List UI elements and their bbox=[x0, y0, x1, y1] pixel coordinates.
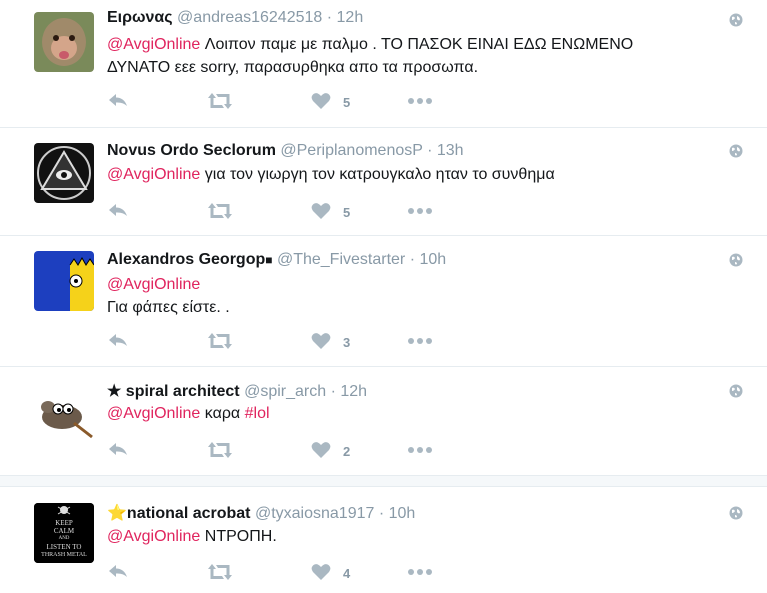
globe-icon bbox=[729, 13, 743, 27]
display-name[interactable]: Novus Ordo Seclorum bbox=[107, 142, 276, 159]
timestamp[interactable]: 12h bbox=[337, 9, 364, 26]
name-emoji: ★ bbox=[107, 383, 122, 400]
like-count: 4 bbox=[343, 566, 351, 581]
display-name-text: Alexandros Georgop bbox=[107, 251, 266, 268]
timestamp[interactable]: 12h bbox=[340, 383, 367, 400]
username[interactable]: @andreas16242518 bbox=[177, 9, 322, 26]
tweet-header: Novus Ordo Seclorum @PeriplanomenosP · 1… bbox=[107, 142, 464, 160]
like-icon[interactable] bbox=[311, 563, 331, 581]
tweet-text: @AvgiOnline για τον γιωργη τον κατρουγκα… bbox=[107, 163, 687, 186]
separator: · bbox=[330, 383, 336, 400]
username[interactable]: @The_Fivestarter bbox=[277, 251, 405, 268]
display-name-text: spiral architect bbox=[125, 383, 240, 400]
separator: · bbox=[427, 142, 433, 159]
display-name[interactable]: ★ spiral architect bbox=[107, 383, 240, 400]
mention-link[interactable]: @AvgiOnline bbox=[107, 528, 200, 545]
tweet-text-line: για τον γιωργη τον κατρουγκαλο ηταν το σ… bbox=[200, 166, 555, 183]
hashtag-link[interactable]: #lol bbox=[245, 405, 270, 422]
username[interactable]: @tyxaiosna1917 bbox=[255, 505, 374, 522]
eye-pyramid-avatar-icon bbox=[34, 143, 94, 203]
mention-link[interactable]: @AvgiOnline bbox=[107, 36, 200, 53]
reply-icon[interactable] bbox=[107, 92, 129, 110]
display-name[interactable]: Ειρωνας bbox=[107, 9, 173, 26]
mention-link[interactable]: @AvgiOnline bbox=[107, 166, 200, 183]
caption-line: LISTEN TO bbox=[46, 543, 82, 551]
tweet[interactable]: Ειρωνας @andreas16242518 · 12h @AvgiOnli… bbox=[0, 0, 767, 128]
tweet-text-line: Για φάπες είστε. . bbox=[107, 299, 230, 316]
globe-icon bbox=[729, 144, 743, 158]
display-name-text: national acrobat bbox=[126, 505, 251, 522]
display-name[interactable]: ⭐national acrobat bbox=[107, 505, 251, 522]
separator: · bbox=[326, 9, 333, 26]
like-icon[interactable] bbox=[311, 332, 331, 350]
like-count: 5 bbox=[343, 205, 351, 220]
globe-icon bbox=[729, 384, 743, 398]
like-icon[interactable] bbox=[311, 441, 331, 459]
tweet-text: @AvgiOnline καρα #lol bbox=[107, 402, 687, 425]
tweet-text-line: ΝΤΡΟΠΗ. bbox=[200, 528, 277, 545]
more-icon[interactable] bbox=[407, 441, 433, 459]
like-count: 3 bbox=[343, 335, 351, 350]
reply-icon[interactable] bbox=[107, 202, 129, 220]
timestamp[interactable]: 10h bbox=[419, 251, 446, 268]
reply-icon[interactable] bbox=[107, 563, 129, 581]
tweet-text-line: Λοιπον παμε με παλμο . ΤΟ ΠΑΣΟΚ ΕΙΝΑΙ ΕΔ… bbox=[200, 36, 634, 53]
name-emoji: ■ bbox=[265, 253, 273, 267]
retweet-icon[interactable] bbox=[207, 441, 233, 459]
tweet[interactable]: Alexandros Georgop■ @The_Fivestarter · 1… bbox=[0, 236, 767, 367]
avatar-caption: KEEP CALM AND LISTEN TO THRASH METAL bbox=[34, 519, 94, 559]
more-icon[interactable] bbox=[407, 332, 433, 350]
tweet-text: @AvgiOnline Για φάπες είστε. . bbox=[107, 273, 687, 319]
tweet[interactable]: Novus Ordo Seclorum @PeriplanomenosP · 1… bbox=[0, 128, 767, 236]
more-icon[interactable] bbox=[407, 92, 433, 110]
avatar[interactable] bbox=[34, 381, 94, 441]
username[interactable]: @spir_arch bbox=[244, 383, 326, 400]
tweet-header: Ειρωνας @andreas16242518 · 12h bbox=[107, 9, 363, 27]
star-emoji: ⭐ bbox=[107, 505, 127, 522]
retweet-icon[interactable] bbox=[207, 202, 233, 220]
tweet-header: Alexandros Georgop■ @The_Fivestarter · 1… bbox=[107, 251, 446, 269]
cartoon-avatar-icon bbox=[34, 251, 94, 311]
tweet-text-line: ΔΥΝΑΤΟ εεε sorry, παρασυρθηκα απο τα προ… bbox=[107, 59, 479, 76]
monkey-avatar-icon bbox=[34, 12, 94, 72]
like-count: 2 bbox=[343, 444, 351, 459]
caption-line: KEEP bbox=[55, 519, 73, 527]
display-name[interactable]: Alexandros Georgop■ bbox=[107, 251, 273, 268]
tweet[interactable]: ★ spiral architect @spir_arch · 12h @Avg… bbox=[0, 367, 767, 476]
reply-icon[interactable] bbox=[107, 332, 129, 350]
reply-icon[interactable] bbox=[107, 441, 129, 459]
tweet-header: ⭐national acrobat @tyxaiosna1917 · 10h bbox=[107, 503, 415, 523]
caption-line: CALM bbox=[53, 527, 75, 535]
retweet-icon[interactable] bbox=[207, 332, 233, 350]
tweet-text-line: καρα bbox=[200, 405, 245, 422]
timestamp[interactable]: 13h bbox=[437, 142, 464, 159]
avatar[interactable] bbox=[34, 12, 94, 72]
retweet-icon[interactable] bbox=[207, 563, 233, 581]
timeline-gap bbox=[0, 476, 767, 487]
more-icon[interactable] bbox=[407, 202, 433, 220]
tweet-text: @AvgiOnline ΝΤΡΟΠΗ. bbox=[107, 525, 687, 548]
more-icon[interactable] bbox=[407, 563, 433, 581]
like-count: 5 bbox=[343, 95, 351, 110]
username[interactable]: @PeriplanomenosP bbox=[280, 142, 422, 159]
retweet-icon[interactable] bbox=[207, 92, 233, 110]
caption-line: AND bbox=[58, 536, 70, 541]
avatar[interactable] bbox=[34, 143, 94, 203]
globe-icon bbox=[729, 253, 743, 267]
separator: · bbox=[378, 505, 385, 522]
globe-icon bbox=[729, 506, 743, 520]
tweet-text: @AvgiOnline Λοιπον παμε με παλμο . ΤΟ ΠΑ… bbox=[107, 33, 687, 79]
mention-link[interactable]: @AvgiOnline bbox=[107, 276, 200, 293]
avatar[interactable] bbox=[34, 251, 94, 311]
timestamp[interactable]: 10h bbox=[389, 505, 416, 522]
mention-link[interactable]: @AvgiOnline bbox=[107, 405, 200, 422]
avatar[interactable]: KEEP CALM AND LISTEN TO THRASH METAL bbox=[34, 503, 94, 563]
like-icon[interactable] bbox=[311, 202, 331, 220]
tweet[interactable]: KEEP CALM AND LISTEN TO THRASH METAL ⭐na… bbox=[0, 487, 767, 593]
tweet-header: ★ spiral architect @spir_arch · 12h bbox=[107, 381, 367, 401]
like-icon[interactable] bbox=[311, 92, 331, 110]
gimp-mascot-avatar-icon bbox=[34, 381, 94, 441]
separator: · bbox=[409, 251, 416, 268]
caption-line: THRASH METAL bbox=[41, 552, 87, 558]
